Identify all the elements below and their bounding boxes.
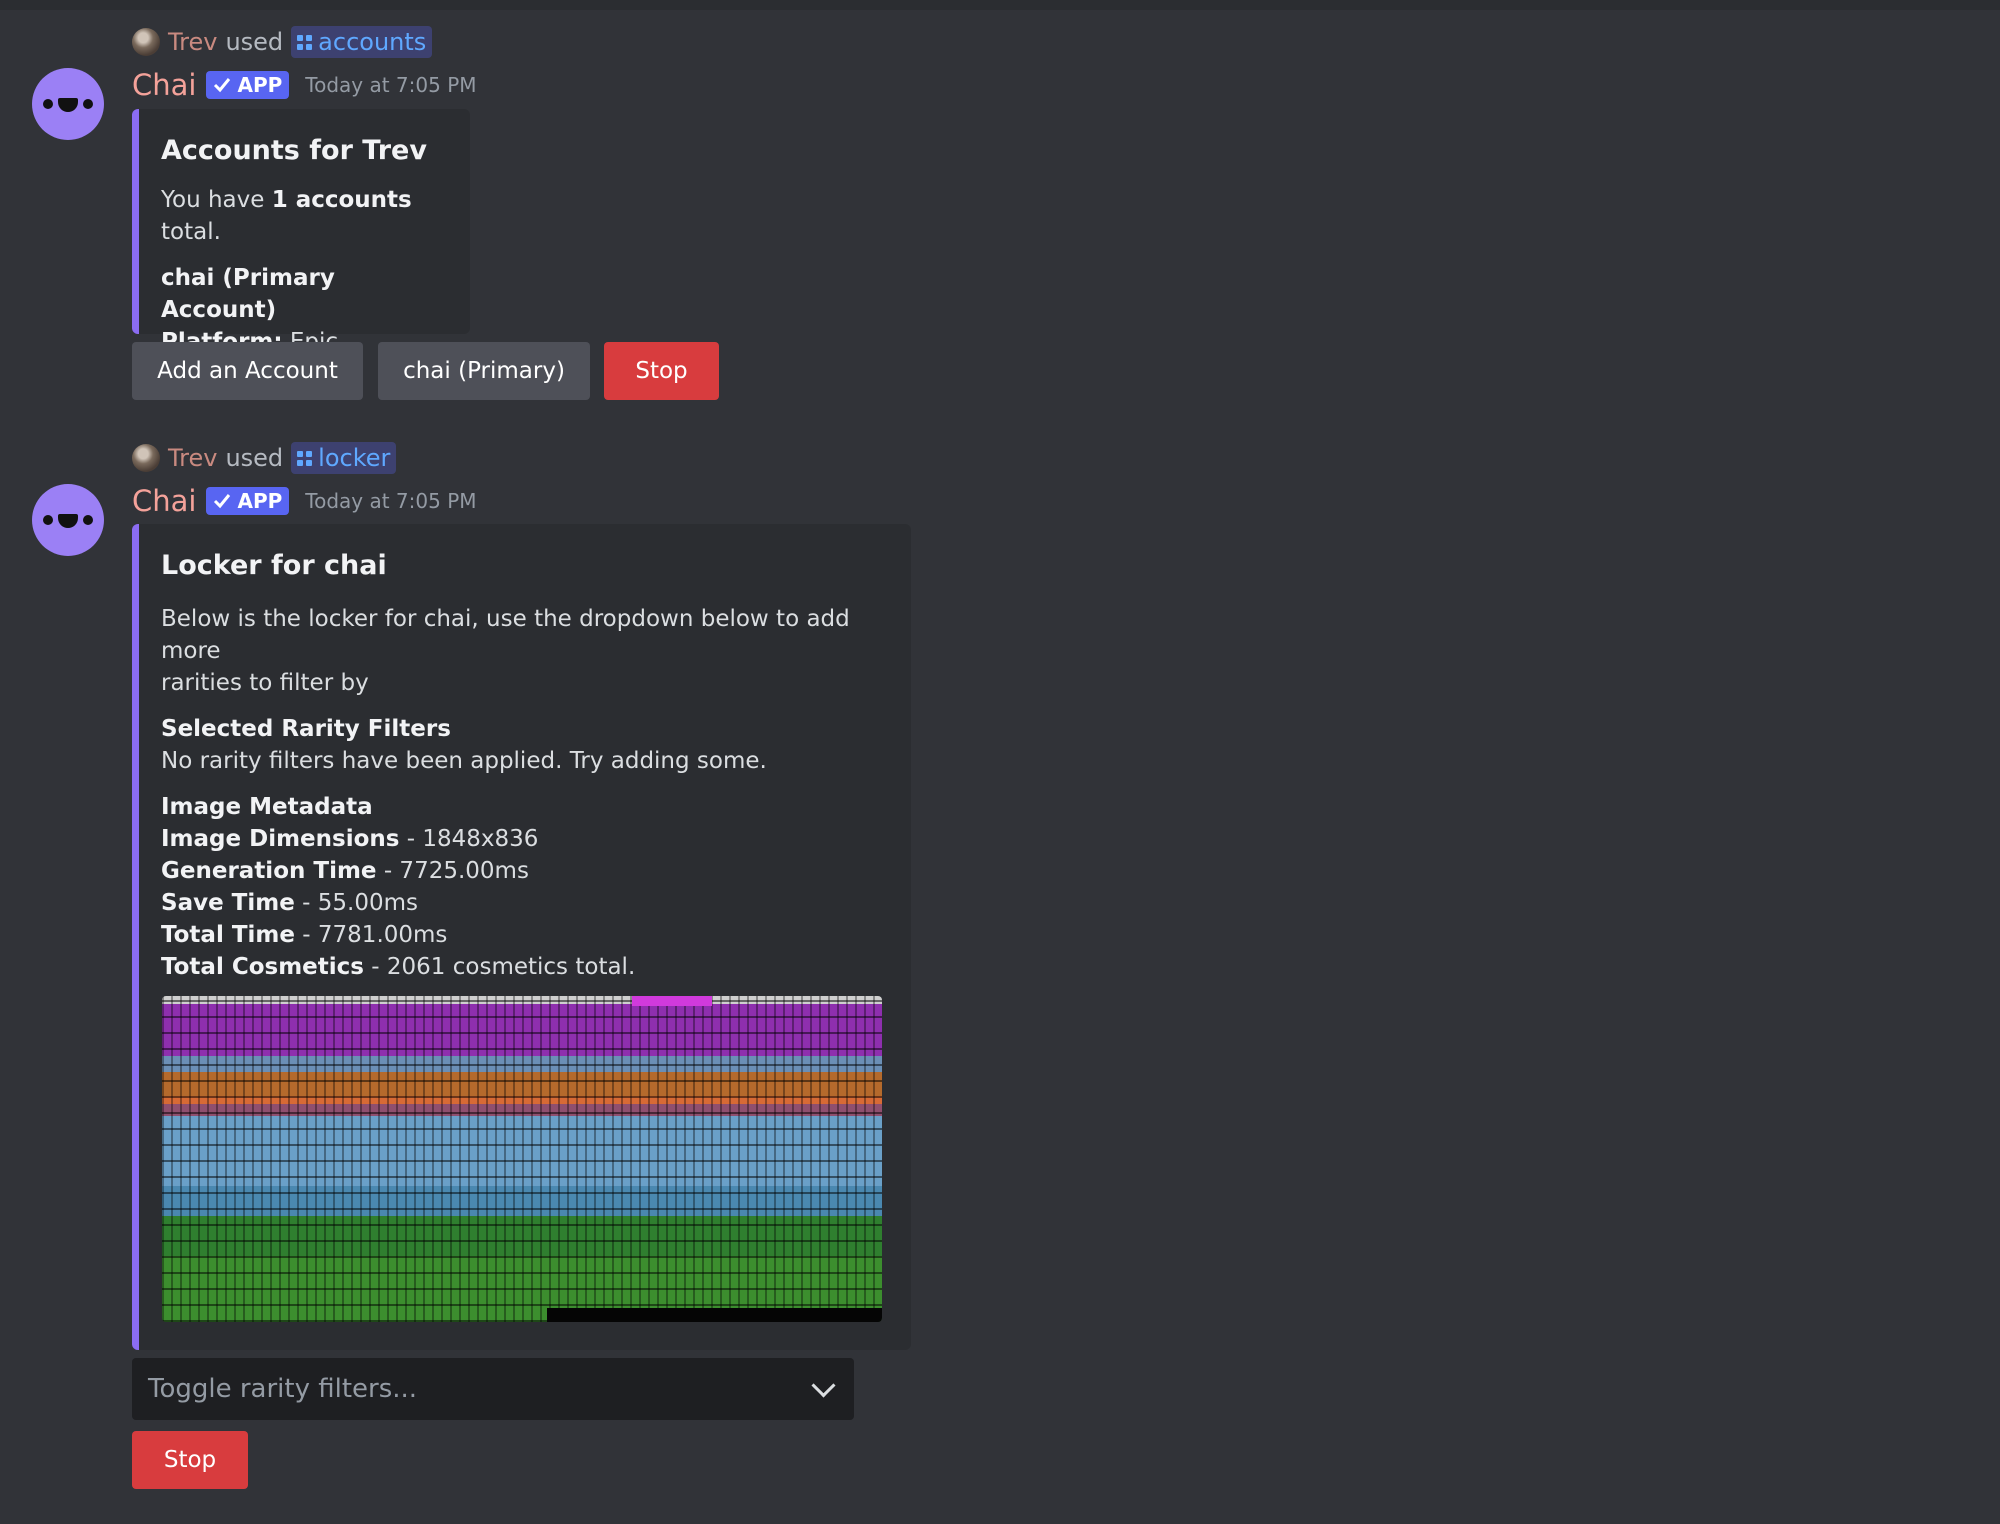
metadata-row: Total Time - 7781.00ms: [161, 922, 448, 948]
embed-title: Accounts for Trev: [161, 135, 427, 166]
command-name: locker: [318, 444, 391, 472]
user-avatar-icon[interactable]: [132, 444, 160, 472]
bot-avatar-icon[interactable]: [32, 484, 104, 556]
message-header: Chai APP Today at 7:05 PM: [132, 481, 477, 521]
add-account-button[interactable]: Add an Account: [132, 342, 363, 400]
command-reference: Trev used locker: [132, 441, 397, 475]
image-highlight: [632, 996, 712, 1006]
account-name: chai (Primary Account): [161, 265, 335, 323]
app-badge-label: APP: [237, 489, 283, 513]
slash-command-icon: [297, 450, 313, 466]
invoker-name[interactable]: Trev: [168, 444, 217, 472]
filters-heading: Selected Rarity Filters: [161, 716, 451, 742]
chevron-down-icon: [811, 1372, 836, 1398]
user-avatar-icon[interactable]: [132, 28, 160, 56]
metadata-heading: Image Metadata: [161, 794, 373, 820]
slash-command-icon: [297, 34, 313, 50]
command-chip[interactable]: locker: [291, 442, 397, 474]
timestamp[interactable]: Today at 7:05 PM: [305, 73, 476, 97]
used-text: used: [225, 444, 284, 472]
locker-image[interactable]: [162, 996, 882, 1322]
app-badge: APP: [206, 71, 290, 99]
used-text: used: [225, 28, 284, 56]
metadata-row: Image Dimensions - 1848x836: [161, 826, 539, 852]
metadata-row: Generation Time - 7725.00ms: [161, 858, 529, 884]
top-divider: [0, 0, 2000, 10]
message-header: Chai APP Today at 7:05 PM: [132, 65, 477, 105]
command-reference: Trev used accounts: [132, 25, 433, 59]
embed-description-line2: rarities to filter by: [161, 670, 369, 696]
image-empty-area: [547, 1308, 882, 1322]
verified-check-icon: [214, 494, 231, 509]
accounts-embed: Accounts for Trev You have 1 accounts to…: [132, 109, 470, 355]
accounts-summary: You have 1 accounts total.: [161, 187, 412, 245]
verified-check-icon: [214, 78, 231, 93]
timestamp[interactable]: Today at 7:05 PM: [305, 489, 476, 513]
bot-name[interactable]: Chai: [132, 484, 196, 518]
metadata-row: Total Cosmetics - 2061 cosmetics total.: [161, 954, 636, 980]
rarity-filter-select[interactable]: Toggle rarity filters...: [132, 1358, 854, 1420]
invoker-name[interactable]: Trev: [168, 28, 217, 56]
filters-text: No rarity filters have been applied. Try…: [161, 748, 767, 774]
metadata-row: Save Time - 55.00ms: [161, 890, 418, 916]
stop-button[interactable]: Stop: [132, 1431, 248, 1489]
embed-title: Locker for chai: [161, 550, 387, 581]
primary-account-button[interactable]: chai (Primary): [378, 342, 590, 400]
bot-avatar-icon[interactable]: [32, 68, 104, 140]
embed-description-line1: Below is the locker for chai, use the dr…: [161, 606, 850, 664]
command-chip[interactable]: accounts: [291, 26, 433, 58]
stop-button[interactable]: Stop: [604, 342, 719, 400]
app-badge-label: APP: [237, 73, 283, 97]
bot-name[interactable]: Chai: [132, 68, 196, 102]
command-name: accounts: [318, 28, 427, 56]
select-placeholder: Toggle rarity filters...: [148, 1374, 418, 1404]
app-badge: APP: [206, 487, 290, 515]
